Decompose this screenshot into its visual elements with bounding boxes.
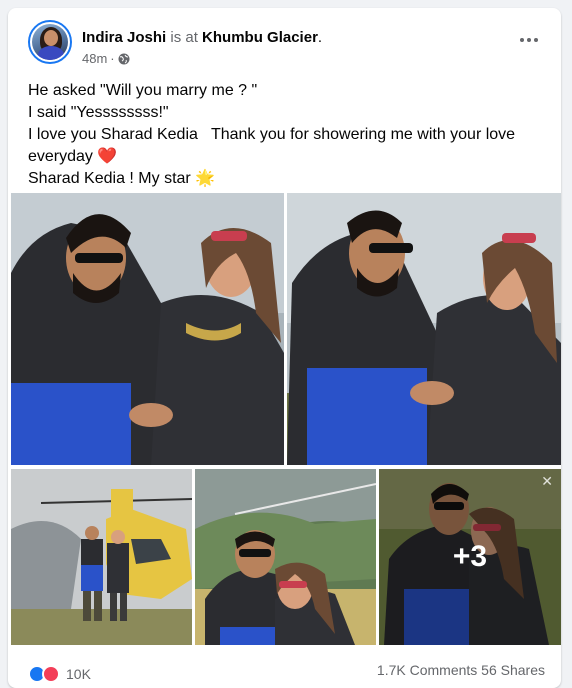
- heart-emoji: ❤️: [97, 148, 118, 165]
- meta-separator: ·: [110, 51, 115, 66]
- post-line-4: Sharad Kedia ! My star 🌟: [28, 168, 548, 190]
- close-icon: ✕: [541, 473, 553, 489]
- post-line-3: I love you Sharad Kedia Thank you for sh…: [28, 124, 548, 168]
- location-suffix: .: [317, 29, 323, 46]
- love-icon: [42, 665, 60, 683]
- post-time[interactable]: 48m: [82, 51, 107, 67]
- post-line-2: I said "Yessssssss!": [28, 104, 169, 121]
- star-emoji: 🌟: [195, 170, 216, 187]
- feed-post: Indira Joshi is at Khumbu Glacier. 48m ·…: [8, 8, 561, 688]
- comments-shares[interactable]: 1.7K Comments 56 Shares: [377, 662, 545, 678]
- avatar-image: [32, 24, 68, 60]
- post-line-1: He asked "Will you marry me ? ": [28, 82, 258, 99]
- more-photos-overlay[interactable]: +3: [379, 469, 561, 645]
- photo-helicopter[interactable]: [11, 469, 192, 645]
- photo-couple-ring[interactable]: [287, 193, 561, 465]
- author-line: Indira Joshi is at Khumbu Glacier.: [82, 28, 322, 48]
- more-photos-count: +3: [452, 540, 488, 573]
- photo-more[interactable]: +3 ✕: [379, 469, 561, 645]
- connector-text: is at: [170, 29, 198, 46]
- more-options-icon[interactable]: [517, 34, 541, 46]
- globe-icon: [118, 53, 130, 65]
- photo-couple-smiling[interactable]: [195, 469, 376, 645]
- reaction-count: 10K: [66, 666, 91, 682]
- post-header: Indira Joshi is at Khumbu Glacier. 48m ·: [8, 8, 561, 72]
- author-name[interactable]: Indira Joshi: [82, 29, 166, 46]
- author-avatar[interactable]: [28, 20, 72, 64]
- reaction-icons: [28, 665, 60, 683]
- reactions-summary[interactable]: 10K: [28, 662, 91, 686]
- post-meta: 48m ·: [82, 51, 130, 67]
- post-text: He asked "Will you marry me ? " I said "…: [28, 80, 548, 190]
- photo-couple-closeup[interactable]: [11, 193, 284, 465]
- post-line-4-text: Sharad Kedia ! My star: [28, 170, 191, 187]
- location-link[interactable]: Khumbu Glacier: [202, 29, 318, 46]
